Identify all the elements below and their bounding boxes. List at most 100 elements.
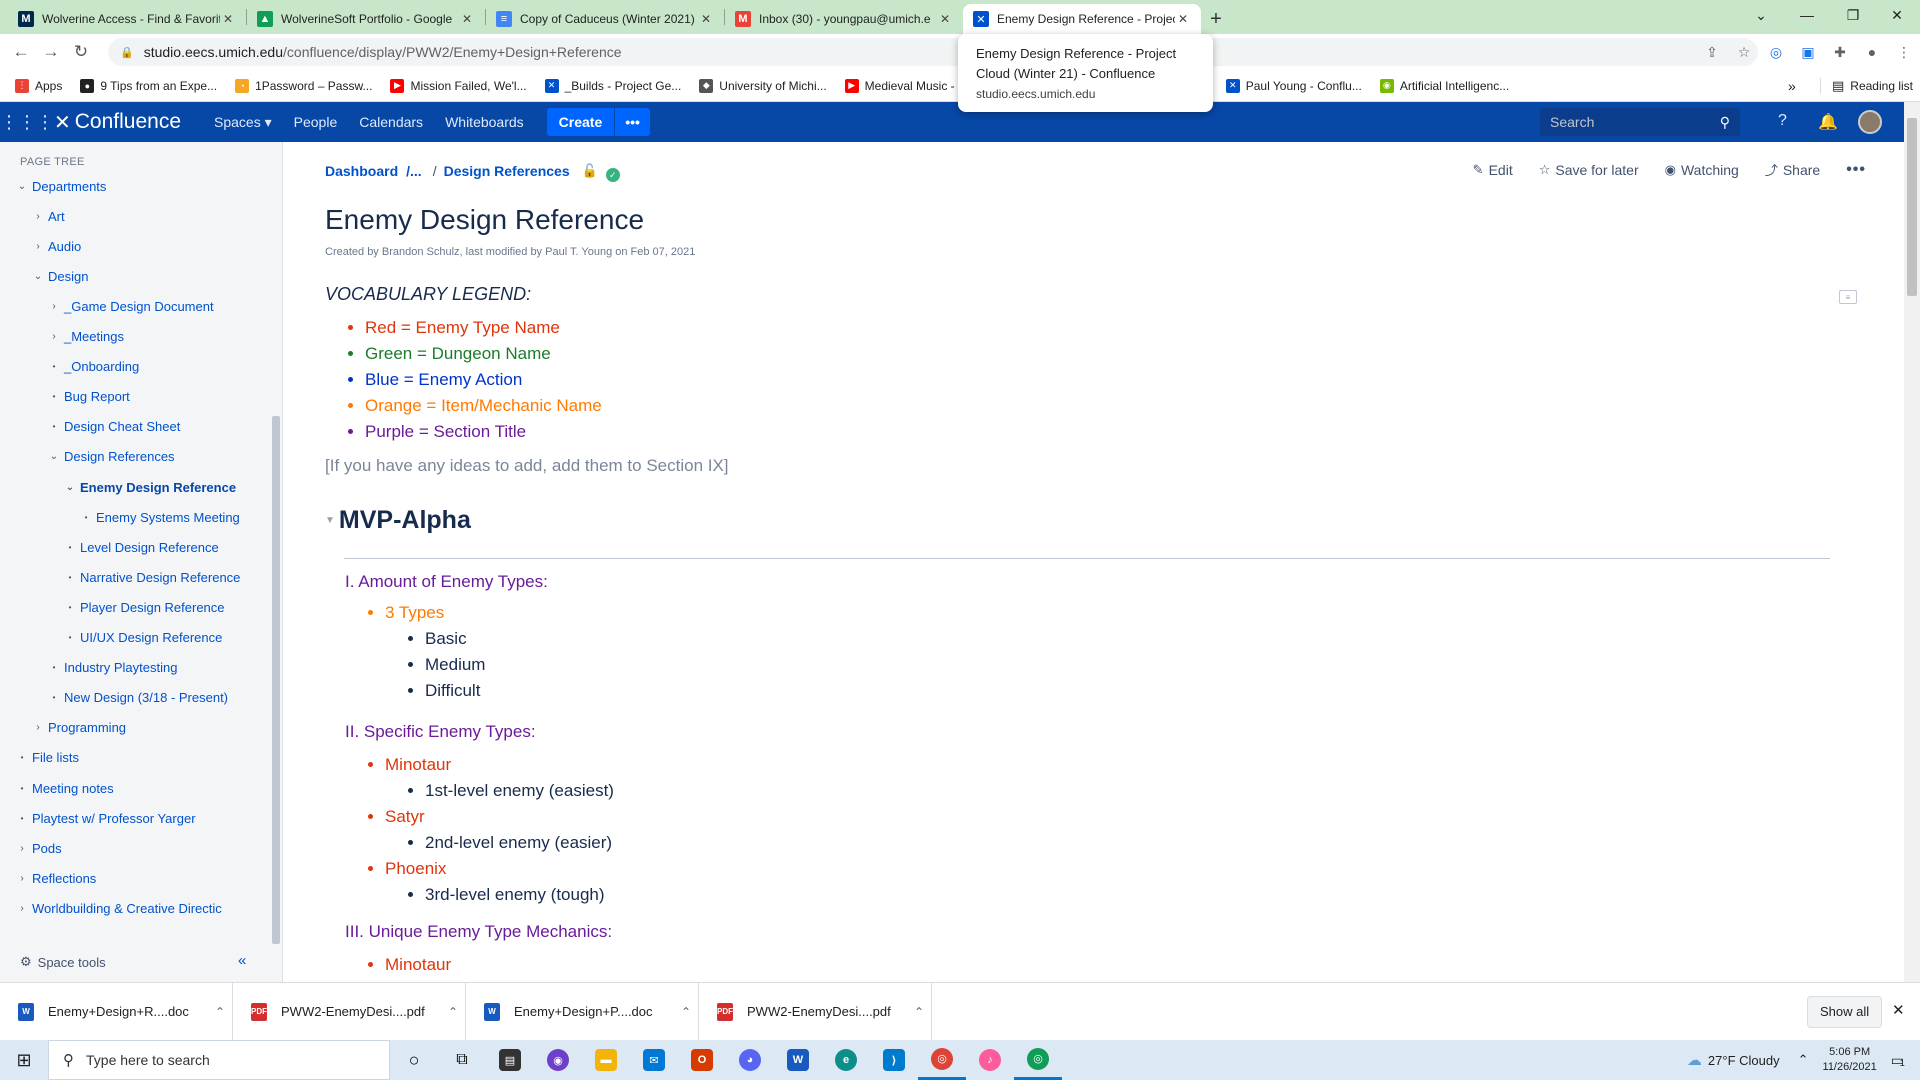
chevron-up-icon[interactable]: ⌃: [907, 1005, 931, 1019]
breadcrumb-ellipsis[interactable]: /...: [406, 163, 422, 179]
sidebar-tree-item[interactable]: • Player Design Reference: [62, 595, 225, 619]
weather-widget[interactable]: ☁ 27°F Cloudy: [1687, 1051, 1780, 1069]
share-button[interactable]: ⤴ Share: [1765, 160, 1820, 179]
collapse-sidebar-icon[interactable]: «: [238, 952, 246, 969]
close-download-bar-icon[interactable]: ✕: [1892, 1001, 1905, 1019]
sidebar-tree-item[interactable]: ⌄ Design: [30, 264, 89, 288]
reload-button[interactable]: ↻: [66, 42, 96, 62]
chevron-right-icon[interactable]: ›: [46, 331, 62, 342]
chevron-right-icon[interactable]: ›: [30, 211, 46, 222]
chrome-menu-icon[interactable]: ⋮: [1888, 44, 1920, 61]
chevron-down-icon[interactable]: ⌄: [62, 482, 78, 493]
more-actions-button[interactable]: •••: [1846, 161, 1866, 179]
cortana-icon[interactable]: ○: [390, 1040, 438, 1080]
close-tab-icon[interactable]: ✕: [1175, 12, 1191, 26]
bookmark-item[interactable]: ✕ _Builds - Project Ge...: [536, 78, 691, 93]
chevron-right-icon[interactable]: ›: [14, 873, 30, 884]
space-tools-button[interactable]: ⚙ Space tools: [20, 954, 106, 970]
nav-spaces[interactable]: Spaces ▾: [203, 114, 283, 131]
bookmark-item[interactable]: ▶ Mission Failed, We'l...: [381, 78, 535, 93]
bookmark-star-icon[interactable]: ☆: [1728, 44, 1760, 61]
restrictions-lock-icon[interactable]: 🔓: [582, 163, 598, 179]
forward-button[interactable]: →: [36, 42, 66, 62]
chrome-icon[interactable]: ◎: [918, 1040, 966, 1080]
create-more-button[interactable]: •••: [614, 108, 650, 136]
browser-tab[interactable]: ▲ WolverineSoft Portfolio - Google ✕: [247, 4, 485, 34]
sidebar-tree-item[interactable]: • Bug Report: [46, 385, 130, 409]
vscode-icon[interactable]: ⟩: [870, 1040, 918, 1080]
tray-chevron-icon[interactable]: ⌃: [1798, 1052, 1809, 1068]
table-of-contents-icon[interactable]: ≡: [1839, 290, 1857, 304]
close-window-button[interactable]: ✕: [1874, 0, 1920, 30]
sidebar-tree-item[interactable]: › Audio: [30, 234, 81, 258]
chevron-down-icon[interactable]: ⌄: [46, 451, 62, 462]
nav-people[interactable]: People: [283, 114, 349, 130]
sidebar-tree-item[interactable]: ⌄ Design References: [46, 445, 175, 469]
mail-icon[interactable]: ✉: [630, 1040, 678, 1080]
sidebar-tree-item[interactable]: ⌄ Departments: [14, 174, 107, 198]
edge-icon[interactable]: e: [822, 1040, 870, 1080]
show-all-button[interactable]: Show all: [1807, 996, 1883, 1028]
breadcrumb-dashboard[interactable]: Dashboard: [325, 163, 398, 179]
address-bar[interactable]: 🔒 studio.eecs.umich.edu/confluence/displ…: [108, 38, 1758, 66]
breadcrumb-design-references[interactable]: Design References: [444, 163, 570, 179]
close-tab-icon[interactable]: ✕: [698, 12, 714, 26]
new-tab-button[interactable]: +: [1201, 4, 1231, 34]
watching-button[interactable]: ◉ Watching: [1665, 162, 1739, 178]
page-scrollbar[interactable]: [1904, 102, 1920, 982]
browser-tab[interactable]: M Inbox (30) - youngpau@umich.e ✕: [725, 4, 963, 34]
office-icon[interactable]: O: [678, 1040, 726, 1080]
notification-center-icon[interactable]: ▭ 1: [1891, 1052, 1905, 1069]
help-icon[interactable]: ?: [1778, 112, 1787, 130]
chevron-right-icon[interactable]: ›: [14, 843, 30, 854]
tab-search-icon[interactable]: ⌄: [1738, 0, 1784, 30]
sidebar-tree-item[interactable]: • Industry Playtesting: [46, 656, 178, 680]
bookmarks-overflow-icon[interactable]: »: [1788, 78, 1796, 94]
word-icon[interactable]: W: [774, 1040, 822, 1080]
sidebar-tree-item[interactable]: › Art: [30, 204, 64, 228]
maximize-button[interactable]: ❐: [1830, 0, 1876, 30]
task-view-icon[interactable]: ⧉: [438, 1040, 486, 1080]
sidebar-tree-item[interactable]: • Level Design Reference: [62, 535, 219, 559]
cast-extension-icon[interactable]: ▣: [1792, 44, 1824, 61]
share-icon[interactable]: ⇪: [1696, 44, 1728, 61]
confluence-logo[interactable]: ✕ Confluence: [54, 110, 181, 135]
sidebar-tree-item[interactable]: › _Game Design Document: [46, 294, 213, 318]
bookmark-item[interactable]: ◆ University of Michi...: [690, 78, 835, 93]
sidebar-tree-item[interactable]: › Programming: [30, 716, 126, 740]
chevron-down-icon[interactable]: ⌄: [30, 271, 46, 282]
bookmark-item[interactable]: ◔ 1Password – Passw...: [226, 78, 381, 93]
chevron-up-icon[interactable]: ⌃: [441, 1005, 465, 1019]
chevron-right-icon[interactable]: ›: [30, 722, 46, 733]
user-avatar[interactable]: [1858, 110, 1882, 134]
mvp-alpha-heading[interactable]: ▼ MVP-Alpha: [325, 506, 471, 535]
sidebar-tree-item[interactable]: › Pods: [14, 836, 61, 860]
bookmark-item[interactable]: ✕ Paul Young - Conflu...: [1217, 78, 1371, 93]
nav-calendars[interactable]: Calendars: [348, 114, 434, 130]
bookmark-item[interactable]: ▶ Medieval Music - ': [836, 78, 970, 93]
download-item[interactable]: W Enemy+Design+P....doc ⌃: [466, 982, 699, 1041]
browser-tab[interactable]: M Wolverine Access - Find & Favorit ✕: [8, 4, 246, 34]
bookmark-item[interactable]: ◉ Artificial Intelligenc...: [1371, 78, 1518, 93]
sidebar-tree-item[interactable]: • File lists: [14, 746, 79, 770]
chrome-profile-icon[interactable]: ◎: [1014, 1040, 1062, 1080]
save-for-later-button[interactable]: ☆ Save for later: [1539, 162, 1639, 178]
expand-caret-icon[interactable]: ▼: [325, 515, 335, 526]
nav-whiteboards[interactable]: Whiteboards: [434, 114, 535, 130]
page-scrollbar-thumb[interactable]: [1907, 118, 1917, 296]
extensions-puzzle-icon[interactable]: ✚: [1824, 44, 1856, 61]
sidebar-tree-item[interactable]: ⌄ Enemy Design Reference: [62, 475, 236, 499]
close-tab-icon[interactable]: ✕: [220, 12, 236, 26]
browser-tab[interactable]: ✕ Enemy Design Reference - Projec ✕: [963, 4, 1201, 34]
windows-start-icon[interactable]: ⊞: [0, 1050, 48, 1071]
back-button[interactable]: ←: [6, 42, 36, 62]
sidebar-tree-item[interactable]: › Reflections: [14, 866, 96, 890]
sidebar-scrollbar-thumb[interactable]: [272, 416, 280, 944]
chevron-down-icon[interactable]: ⌄: [14, 181, 30, 192]
clock[interactable]: 5:06 PM 11/26/2021: [1823, 1045, 1877, 1075]
chevron-right-icon[interactable]: ›: [30, 241, 46, 252]
sidebar-tree-item[interactable]: • _Onboarding: [46, 355, 140, 379]
bookmark-item[interactable]: ⋮ Apps: [6, 78, 71, 93]
chevron-up-icon[interactable]: ⌃: [208, 1005, 232, 1019]
sidebar-tree-item[interactable]: • New Design (3/18 - Present): [46, 686, 228, 710]
